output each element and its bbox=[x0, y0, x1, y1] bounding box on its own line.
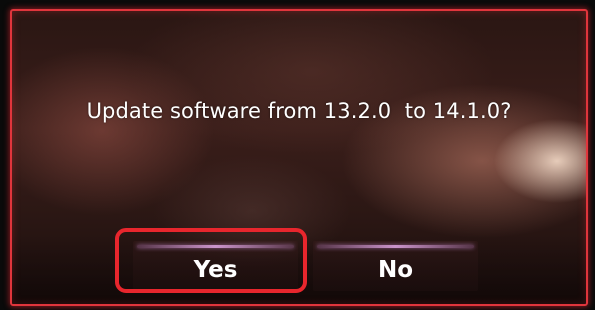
touchscreen: Update software from 13.2.0 to 14.1.0? Y… bbox=[10, 9, 588, 306]
yes-button-label: Yes bbox=[193, 257, 238, 283]
update-prompt-message: Update software from 13.2.0 to 14.1.0? bbox=[86, 99, 512, 123]
yes-button[interactable]: Yes bbox=[133, 241, 298, 291]
infotainment-display: Update software from 13.2.0 to 14.1.0? Y… bbox=[0, 0, 595, 310]
no-button[interactable]: No bbox=[313, 241, 478, 291]
no-button-label: No bbox=[377, 257, 414, 283]
